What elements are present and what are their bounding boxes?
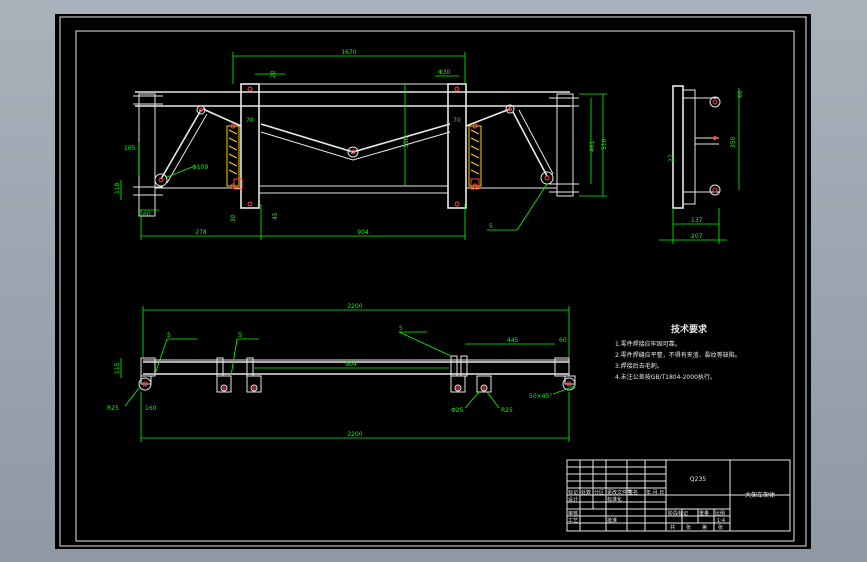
dim-left-pivot: Φ109 [192,164,208,171]
title-block-design: 设计 [568,496,578,503]
dim-plan-right-small: 60 [559,337,567,344]
dim-left-height: 105 [124,145,136,152]
plan-view [138,355,576,393]
cad-window: 1670 20 Φ30 70 70 105 Φ109 118 60 350 46… [0,0,867,562]
dim-pin-right: Φ30 [438,69,451,76]
dim-side-top: 60 [737,90,744,98]
dim-side-bottom-inner: 137 [691,217,703,224]
dim-weld-1: 5 [167,332,171,339]
title-block-stage-mark: 阶段标记 [668,510,688,517]
plan-view-dimensions: 2200 5 5 5 445 60 904 115 R25 160 50×45°… [107,303,576,442]
dim-left-offset: 60 [143,211,151,218]
dim-bottom-small: 30 [230,214,237,222]
outer-border [59,16,807,547]
dim-rail-left: 70 [246,117,254,124]
title-block-scale-value: 1:4 [717,518,725,524]
dim-side-bottom-outer: 207 [691,233,703,240]
title-block: Q235 大架车架体 标记 处数 分区 更改文件号 签名 年.月.日 设计 标准… [566,459,791,532]
dim-plan-left-height: 115 [114,362,121,374]
dim-plan-right-seg: 445 [507,337,519,344]
title-block-sheet-of: 第 [702,524,707,531]
dim-plan-hole-right: R25 [501,407,513,414]
dim-hinge-pin: 20 [270,70,277,78]
title-block-label-date: 年.月.日 [646,489,664,496]
title-block-material: Q235 [690,476,706,483]
dim-weld-2: 5 [238,332,242,339]
dim-plan-overall-top: 2200 [347,303,362,310]
dim-bottom-left: 278 [195,229,207,236]
dim-plan-chamfer: 50×45° [529,393,552,400]
dim-weld-front: 5 [489,223,493,230]
title-block-standardize: 标准化 [607,496,622,503]
tech-req-item-4: 4.未注公差按GB/T1804-2000执行。 [615,373,716,381]
inner-border [75,30,795,542]
dim-rail-right: 70 [453,117,461,124]
dim-left-low: 118 [114,182,121,194]
dim-side-left: 27 [668,154,675,162]
tech-req-item-1: 1.零件焊接应牢固可靠。 [615,340,681,348]
title-block-approve: 批准 [607,517,617,524]
dim-bottom-mid: 904 [357,229,369,236]
dim-side-total: 510 [601,138,608,150]
dim-weld-3: 5 [399,325,403,332]
front-view-dimensions: 1670 20 Φ30 70 70 105 Φ109 118 60 350 46… [114,49,608,240]
dim-plan-center: 904 [345,361,357,368]
dim-side-height: 461 [589,140,596,152]
tech-req-title: 技术要求 [671,323,708,335]
dim-inner-height: 350 [403,136,410,148]
tech-req-item-3: 3.焊接后去毛刺。 [615,362,663,370]
dim-top-overall: 1670 [341,49,356,56]
title-block-label-count: 处数 [581,489,591,496]
drawing-canvas[interactable]: 1670 20 Φ30 70 70 105 Φ109 118 60 350 46… [55,14,811,549]
title-block-scale: 比例 [715,510,725,517]
dim-plan-left-radius: R25 [107,405,119,412]
technical-requirements: 技术要求 1.零件焊接应牢固可靠。 2.零件焊缝应平整，不得有夹渣、裂纹等缺陷。… [615,323,741,381]
front-view [133,83,579,217]
dim-bottom-gap: 45 [272,212,279,220]
dim-plan-left-offset: 160 [145,405,157,412]
title-block-sheet-no: 张 [686,524,691,531]
side-view-dimensions: 60 350 27 137 207 [659,88,744,244]
drawing-sheet[interactable]: 1670 20 Φ30 70 70 105 Φ109 118 60 350 46… [55,14,811,549]
title-block-review: 审核 [568,510,578,517]
title-block-sheet-no-2: 张 [718,524,723,531]
dim-plan-overall-bottom: 2200 [347,431,362,438]
title-block-sheet-total: 共 [670,524,675,531]
title-block-part-name: 大架车架体 [745,491,775,499]
title-block-label-sign: 签名 [628,489,638,496]
title-block-weight: 重量 [699,510,709,517]
tech-req-item-2: 2.零件焊缝应平整，不得有夹渣、裂纹等缺陷。 [615,351,741,359]
title-block-label-mark: 标记 [568,489,578,496]
title-block-label-zone: 分区 [594,489,604,496]
dim-side-mid: 350 [730,136,737,148]
title-block-process: 工艺 [568,518,578,524]
dim-plan-hole-left: Φ25 [451,407,464,414]
side-view [672,85,721,209]
